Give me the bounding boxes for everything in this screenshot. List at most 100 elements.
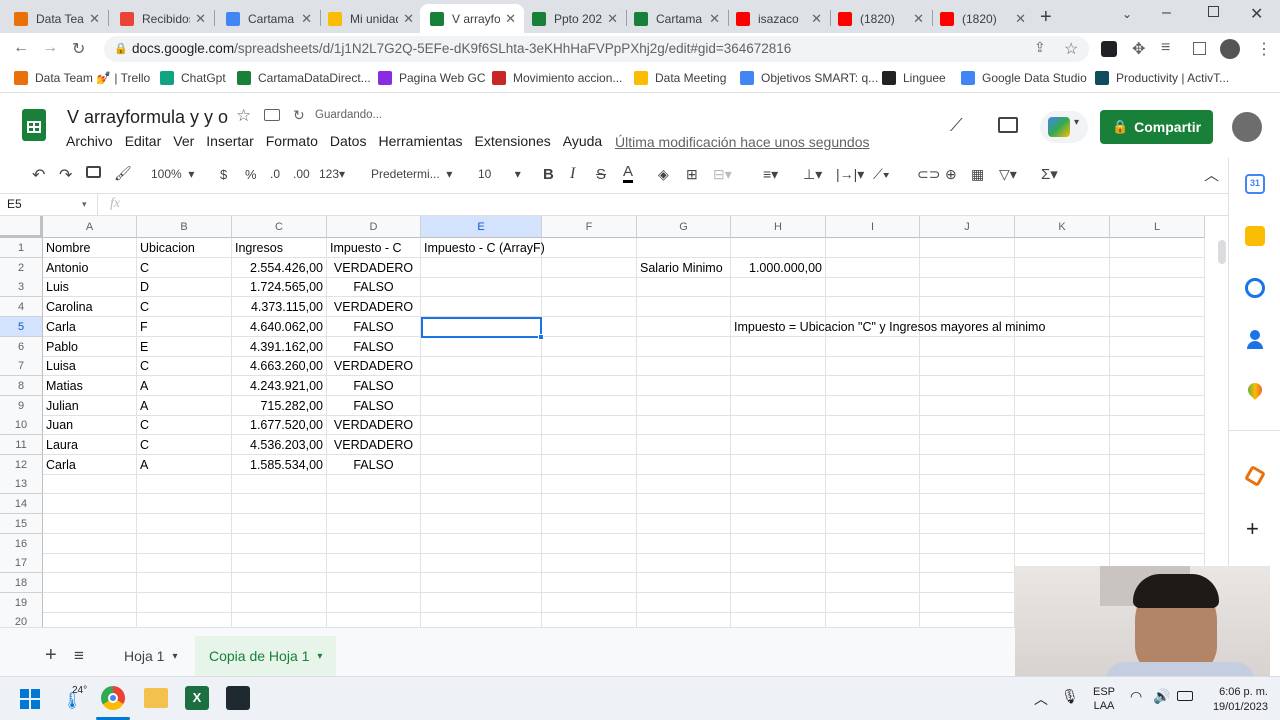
grid-cell[interactable] xyxy=(327,592,421,613)
data-cell[interactable]: A xyxy=(137,455,232,475)
grid-cell[interactable] xyxy=(920,612,1015,627)
grid-cell[interactable] xyxy=(137,592,232,613)
grid-cell[interactable] xyxy=(232,474,327,495)
grid-cell[interactable] xyxy=(232,592,327,613)
grid-cell[interactable] xyxy=(1110,257,1205,278)
grid-cell[interactable] xyxy=(920,474,1015,495)
grid-cell[interactable] xyxy=(542,415,637,436)
grid-cell[interactable] xyxy=(137,572,232,593)
salary-label-cell[interactable]: Salario Minimo xyxy=(637,258,731,278)
grid-cell[interactable] xyxy=(1015,533,1110,554)
grid-cell[interactable] xyxy=(421,592,542,613)
extensions-puzzle-icon[interactable]: ✥ xyxy=(1132,39,1145,59)
data-cell[interactable]: Luis xyxy=(43,277,137,297)
row-header-16[interactable]: 16 xyxy=(0,533,43,554)
data-cell[interactable]: 4.373.115,00 xyxy=(232,297,327,317)
data-cell[interactable]: 1.585.534,00 xyxy=(232,455,327,475)
data-cell[interactable]: 1.724.565,00 xyxy=(232,277,327,297)
print-icon[interactable] xyxy=(86,166,101,178)
grid-cell[interactable] xyxy=(1015,297,1110,318)
grid-cell[interactable] xyxy=(1110,494,1205,515)
bookmark-item[interactable]: Objetivos SMART: q... xyxy=(740,71,878,85)
bookmark-item[interactable]: Linguee xyxy=(882,71,946,85)
grid-cell[interactable] xyxy=(826,612,920,627)
data-cell[interactable]: 4.243.921,00 xyxy=(232,376,327,396)
column-header-d[interactable]: D xyxy=(327,216,421,238)
insert-comment-icon[interactable]: ⊕ xyxy=(945,166,957,183)
grid-cell[interactable] xyxy=(542,592,637,613)
grid-cell[interactable] xyxy=(43,494,137,515)
grid-cell[interactable] xyxy=(232,572,327,593)
currency-format-button[interactable]: $ xyxy=(220,167,227,182)
battery-icon[interactable] xyxy=(1177,691,1193,701)
close-tab-icon[interactable]: ✕ xyxy=(1015,11,1026,27)
extension-icon[interactable] xyxy=(1101,41,1117,57)
activity-trend-icon[interactable]: ⟋ xyxy=(950,115,963,136)
grid-cell[interactable] xyxy=(920,513,1015,534)
grid-cell[interactable] xyxy=(232,494,327,515)
address-bar[interactable]: 🔒 docs.google.com/spreadsheets/d/1j1N2L7… xyxy=(104,36,1089,62)
column-header-l[interactable]: L xyxy=(1110,216,1205,238)
grid-cell[interactable] xyxy=(137,494,232,515)
data-cell[interactable]: E xyxy=(137,337,232,357)
grid-cell[interactable] xyxy=(421,553,542,574)
decrease-decimals-button[interactable]: .0 xyxy=(270,167,280,181)
grid-cell[interactable] xyxy=(920,277,1015,298)
excel-icon[interactable]: X xyxy=(185,686,209,710)
browser-tab[interactable]: Data Team ✕ xyxy=(4,4,108,33)
grid-cell[interactable] xyxy=(1110,415,1205,436)
menu-item-extensiones[interactable]: Extensiones xyxy=(474,133,550,149)
addon-icon[interactable] xyxy=(1244,465,1266,487)
grid-cell[interactable] xyxy=(826,494,920,515)
share-button[interactable]: 🔒 Compartir xyxy=(1100,110,1213,144)
row-header-18[interactable]: 18 xyxy=(0,572,43,593)
volume-icon[interactable]: 🔊 xyxy=(1153,688,1170,705)
salary-value-cell[interactable]: 1.000.000,00 xyxy=(731,258,826,278)
grid-cell[interactable] xyxy=(1015,454,1110,475)
row-header-14[interactable]: 14 xyxy=(0,494,43,515)
reading-list-icon[interactable]: ≡ xyxy=(1161,39,1170,57)
grid-cell[interactable] xyxy=(542,513,637,534)
menu-item-herramientas[interactable]: Herramientas xyxy=(378,133,462,149)
italic-button[interactable]: I xyxy=(570,165,575,183)
header-cell[interactable]: Nombre xyxy=(43,238,137,258)
grid-cell[interactable] xyxy=(327,474,421,495)
undo-icon[interactable]: ↶ xyxy=(32,165,45,185)
data-cell[interactable]: VERDADERO xyxy=(327,258,421,278)
header-cell[interactable]: Impuesto - C xyxy=(327,238,421,258)
more-formats-button[interactable]: 123▾ xyxy=(319,167,345,181)
grid-cell[interactable] xyxy=(542,454,637,475)
grid-cell[interactable] xyxy=(826,435,920,455)
grid-cell[interactable] xyxy=(637,277,731,298)
data-cell[interactable]: C xyxy=(137,258,232,278)
grid-cell[interactable] xyxy=(920,356,1015,377)
grid-cell[interactable] xyxy=(637,454,731,475)
header-cell[interactable]: Ingresos xyxy=(232,238,327,258)
row-header-17[interactable]: 17 xyxy=(0,553,43,574)
column-header-h[interactable]: H xyxy=(731,216,826,238)
bookmark-item[interactable]: ChatGpt xyxy=(160,71,226,85)
grid-cell[interactable] xyxy=(542,356,637,377)
data-cell[interactable]: C xyxy=(137,435,232,455)
grid-cell[interactable] xyxy=(637,238,731,258)
grid-cell[interactable] xyxy=(1015,435,1110,455)
grid-cell[interactable] xyxy=(731,454,826,475)
grid-cell[interactable] xyxy=(731,336,826,357)
grid-cell[interactable] xyxy=(637,435,731,455)
menu-item-ver[interactable]: Ver xyxy=(173,133,194,149)
bookmark-item[interactable]: Data Meeting xyxy=(634,71,726,85)
data-cell[interactable]: VERDADERO xyxy=(327,356,421,376)
data-cell[interactable]: A xyxy=(137,396,232,416)
grid-cell[interactable] xyxy=(637,316,731,337)
formula-input[interactable] xyxy=(138,194,1218,215)
close-tab-icon[interactable]: ✕ xyxy=(709,11,720,27)
calendar-icon[interactable]: 31 xyxy=(1245,174,1265,194)
grid-cell[interactable] xyxy=(920,454,1015,475)
grid-cell[interactable] xyxy=(137,533,232,554)
grid-cell[interactable] xyxy=(826,238,920,258)
data-cell[interactable]: 4.536.203,00 xyxy=(232,435,327,455)
grid-cell[interactable] xyxy=(637,612,731,627)
grid-cell[interactable] xyxy=(137,612,232,627)
grid-cell[interactable] xyxy=(731,494,826,515)
fill-color-icon[interactable]: ◈ xyxy=(658,166,669,183)
